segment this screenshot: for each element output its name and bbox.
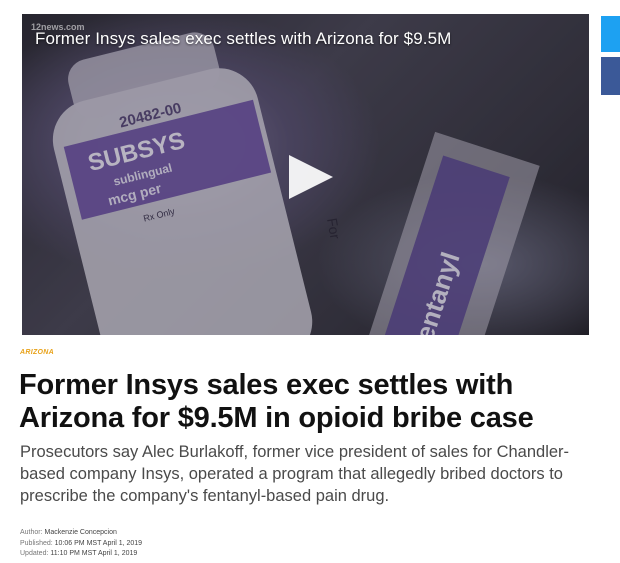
author-line: Author: Mackenzie Concepcion: [20, 528, 142, 539]
article-meta: Author: Mackenzie Concepcion Published: …: [20, 528, 142, 560]
published-line: Published: 10:06 PM MST April 1, 2019: [20, 539, 142, 550]
play-button[interactable]: [286, 152, 336, 202]
published-time: 10:06 PM MST April 1, 2019: [54, 539, 143, 547]
video-player[interactable]: 20482-00 SUBSYS sublingual mcg per Rx On…: [22, 14, 589, 335]
article-summary: Prosecutors say Alec Burlakoff, former v…: [20, 443, 570, 505]
author-name[interactable]: Mackenzie Concepcion: [45, 529, 117, 536]
updated-time: 11:10 PM MST April 1, 2019: [50, 550, 138, 557]
category-label[interactable]: ARIZONA: [20, 349, 54, 356]
facebook-share-button[interactable]: [601, 57, 620, 95]
updated-line: Updated: 11:10 PM MST April 1, 2019: [20, 549, 142, 560]
play-icon: [289, 155, 333, 199]
published-label: Published:: [20, 539, 53, 547]
updated-label: Updated:: [20, 550, 49, 557]
author-label: Author:: [20, 529, 43, 536]
twitter-share-button[interactable]: [601, 16, 620, 52]
video-title: Former Insys sales exec settles with Ari…: [35, 29, 452, 48]
article-headline: Former Insys sales exec settles with Ari…: [19, 369, 534, 434]
